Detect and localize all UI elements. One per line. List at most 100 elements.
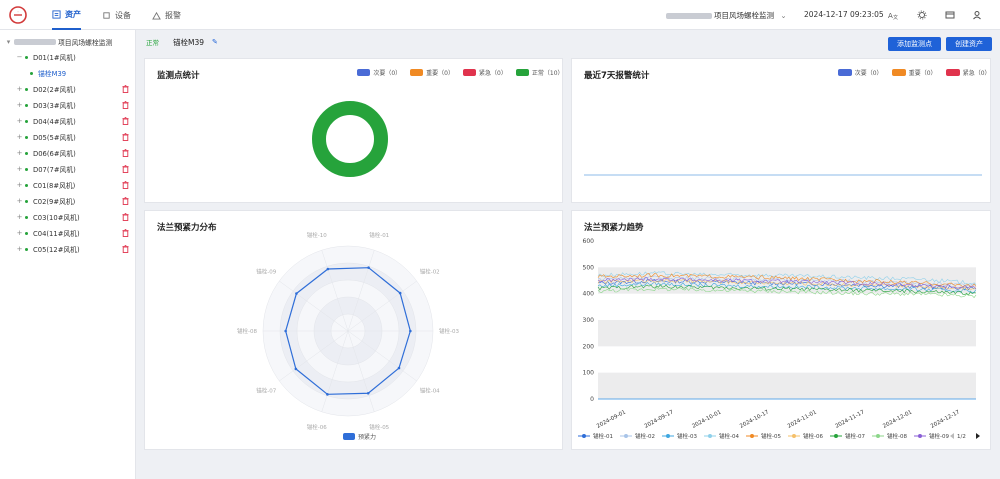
tree-item-label: 锚栓M39 bbox=[38, 70, 67, 78]
window-icon[interactable] bbox=[944, 9, 956, 21]
status-badge: 正常 bbox=[146, 39, 159, 47]
tree-item-turbine[interactable]: + C02(9#风机) bbox=[16, 194, 76, 208]
delete-icon[interactable] bbox=[122, 245, 129, 253]
delete-icon[interactable] bbox=[122, 213, 129, 221]
donut-chart bbox=[312, 101, 388, 177]
expand-icon[interactable]: + bbox=[16, 245, 23, 253]
tree-item-turbine[interactable]: + D05(5#风机) bbox=[16, 130, 76, 144]
nav-tab-alarms[interactable]: 报警 bbox=[152, 0, 181, 30]
radar-point bbox=[409, 329, 412, 333]
legend-marker bbox=[624, 434, 628, 438]
status-dot bbox=[25, 135, 28, 139]
expand-icon[interactable]: + bbox=[16, 197, 23, 205]
legend-marker bbox=[876, 434, 880, 438]
expand-icon[interactable]: + bbox=[16, 101, 23, 109]
radar-axis-label: 锚栓-09 bbox=[256, 268, 276, 276]
alarm-line-chart bbox=[584, 174, 982, 176]
redacted-text bbox=[14, 39, 56, 45]
delete-icon[interactable] bbox=[122, 229, 129, 237]
theme-icon[interactable] bbox=[916, 9, 928, 21]
tree-item-label: D07(7#风机) bbox=[33, 166, 76, 174]
tree-item-turbine[interactable]: + C01(8#风机) bbox=[16, 178, 76, 192]
x-tick-label: 2024-12-01 bbox=[882, 409, 913, 429]
trend-grid-band bbox=[598, 372, 976, 399]
datetime: 2024-12-17 09:23:05 bbox=[804, 10, 884, 19]
x-tick-label: 2024-11-01 bbox=[787, 409, 818, 429]
legend-label: 锚栓-08 bbox=[887, 432, 907, 440]
expand-icon[interactable]: + bbox=[16, 85, 23, 93]
status-dot bbox=[25, 183, 28, 187]
radar-point bbox=[294, 367, 298, 371]
expand-icon[interactable]: + bbox=[16, 181, 23, 189]
delete-icon[interactable] bbox=[122, 101, 129, 109]
x-tick-label: 2024-09-01 bbox=[596, 409, 627, 429]
y-tick-label: 300 bbox=[583, 317, 595, 324]
status-dot bbox=[25, 87, 28, 91]
chevron-down-icon: ⌄ bbox=[780, 11, 787, 20]
legend-marker bbox=[834, 434, 838, 438]
tree-child-item[interactable]: 锚栓M39 bbox=[30, 66, 66, 80]
expand-icon[interactable]: + bbox=[16, 165, 23, 173]
tree-item-label: C04(11#风机) bbox=[33, 230, 80, 238]
delete-icon[interactable] bbox=[122, 197, 129, 205]
delete-icon[interactable] bbox=[122, 85, 129, 93]
y-tick-label: 0 bbox=[590, 396, 594, 403]
expand-icon[interactable]: + bbox=[16, 229, 23, 237]
preload-trend-card: 法兰预紧力趋势 0 100 200 300 400 500 600 2024-09-01 202… bbox=[571, 210, 991, 450]
expand-icon[interactable]: + bbox=[16, 213, 23, 221]
tree-item-turbine[interactable]: + D04(4#风机) bbox=[16, 114, 76, 128]
legend-label: 锚栓-07 bbox=[845, 432, 865, 440]
expand-icon[interactable]: + bbox=[16, 149, 23, 157]
legend-marker bbox=[792, 434, 796, 438]
tree-item-turbine[interactable]: + D03(3#风机) bbox=[16, 98, 76, 112]
nav-tab-devices[interactable]: 设备 bbox=[102, 0, 131, 30]
delete-icon[interactable] bbox=[122, 117, 129, 125]
tree-root[interactable]: ▾ 项目风场螺栓监测 bbox=[5, 35, 113, 49]
delete-icon[interactable] bbox=[122, 181, 129, 189]
delete-icon[interactable] bbox=[122, 149, 129, 157]
asset-icon bbox=[52, 9, 61, 19]
tree-item-turbine[interactable]: + D06(6#风机) bbox=[16, 146, 76, 160]
tree-item-label: D03(3#风机) bbox=[33, 102, 76, 110]
radar-legend-item[interactable]: 预紧力 bbox=[343, 432, 376, 441]
preload-distribution-card: 法兰预紧力分布 锚栓-01 锚栓-02 锚栓-03 锚栓-04 锚栓-05 锚栓-06 锚栓… bbox=[144, 210, 563, 450]
edit-icon[interactable]: ✎ bbox=[212, 38, 218, 46]
legend-next-icon bbox=[976, 433, 980, 439]
legend-label: 锚栓-04 bbox=[719, 432, 739, 440]
status-dot bbox=[25, 119, 28, 123]
radar-axis-label: 锚栓-03 bbox=[439, 327, 459, 335]
expand-icon[interactable]: + bbox=[16, 117, 23, 125]
trend-grid-band bbox=[598, 320, 976, 347]
status-dot bbox=[25, 55, 28, 59]
tree-item-turbine[interactable]: + C05(12#风机) bbox=[16, 242, 80, 256]
x-tick-label: 2024-12-17 bbox=[930, 409, 961, 430]
add-monitor-point-button[interactable]: 添加监测点 bbox=[888, 37, 941, 51]
project-selector[interactable]: 项目风场螺栓监测 ⌄ bbox=[666, 10, 787, 21]
radar-point bbox=[366, 391, 370, 395]
tree-item-turbine[interactable]: + D02(2#风机) bbox=[16, 82, 76, 96]
tree-item-turbine[interactable]: + D07(7#风机) bbox=[16, 162, 76, 176]
alarm-stats-card: 最近7天报警统计 次要（0） 重要（0） 紧急（0） bbox=[571, 58, 991, 203]
user-icon[interactable] bbox=[971, 9, 983, 21]
tree-root-label: 项目风场螺栓监测 bbox=[58, 39, 113, 47]
translate-icon[interactable]: A文 bbox=[887, 9, 899, 21]
tree-item-label: D02(2#风机) bbox=[33, 86, 76, 94]
delete-icon[interactable] bbox=[122, 133, 129, 141]
collapse-icon[interactable]: ▾ bbox=[5, 38, 12, 46]
delete-icon[interactable] bbox=[122, 165, 129, 173]
y-tick-label: 100 bbox=[583, 370, 595, 377]
tree-item-turbine[interactable]: + C03(10#风机) bbox=[16, 210, 80, 224]
legend-label: 锚栓-01 bbox=[593, 432, 613, 440]
collapse-icon[interactable]: − bbox=[16, 53, 23, 61]
radar-point bbox=[367, 266, 370, 269]
tree-item-turbine[interactable]: + C04(11#风机) bbox=[16, 226, 80, 240]
tree-item-turbine[interactable]: − D01(1#风机) bbox=[16, 50, 76, 64]
nav-tab-assets[interactable]: 资产 bbox=[52, 0, 81, 30]
create-asset-button[interactable]: 创建资产 bbox=[946, 37, 992, 51]
x-tick-label: 2024-09-17 bbox=[644, 409, 675, 430]
radar-point bbox=[398, 291, 402, 295]
radar-axis-label: 锚栓-01 bbox=[369, 231, 389, 239]
status-dot bbox=[25, 151, 28, 155]
nav-label: 资产 bbox=[65, 9, 81, 19]
expand-icon[interactable]: + bbox=[16, 133, 23, 141]
